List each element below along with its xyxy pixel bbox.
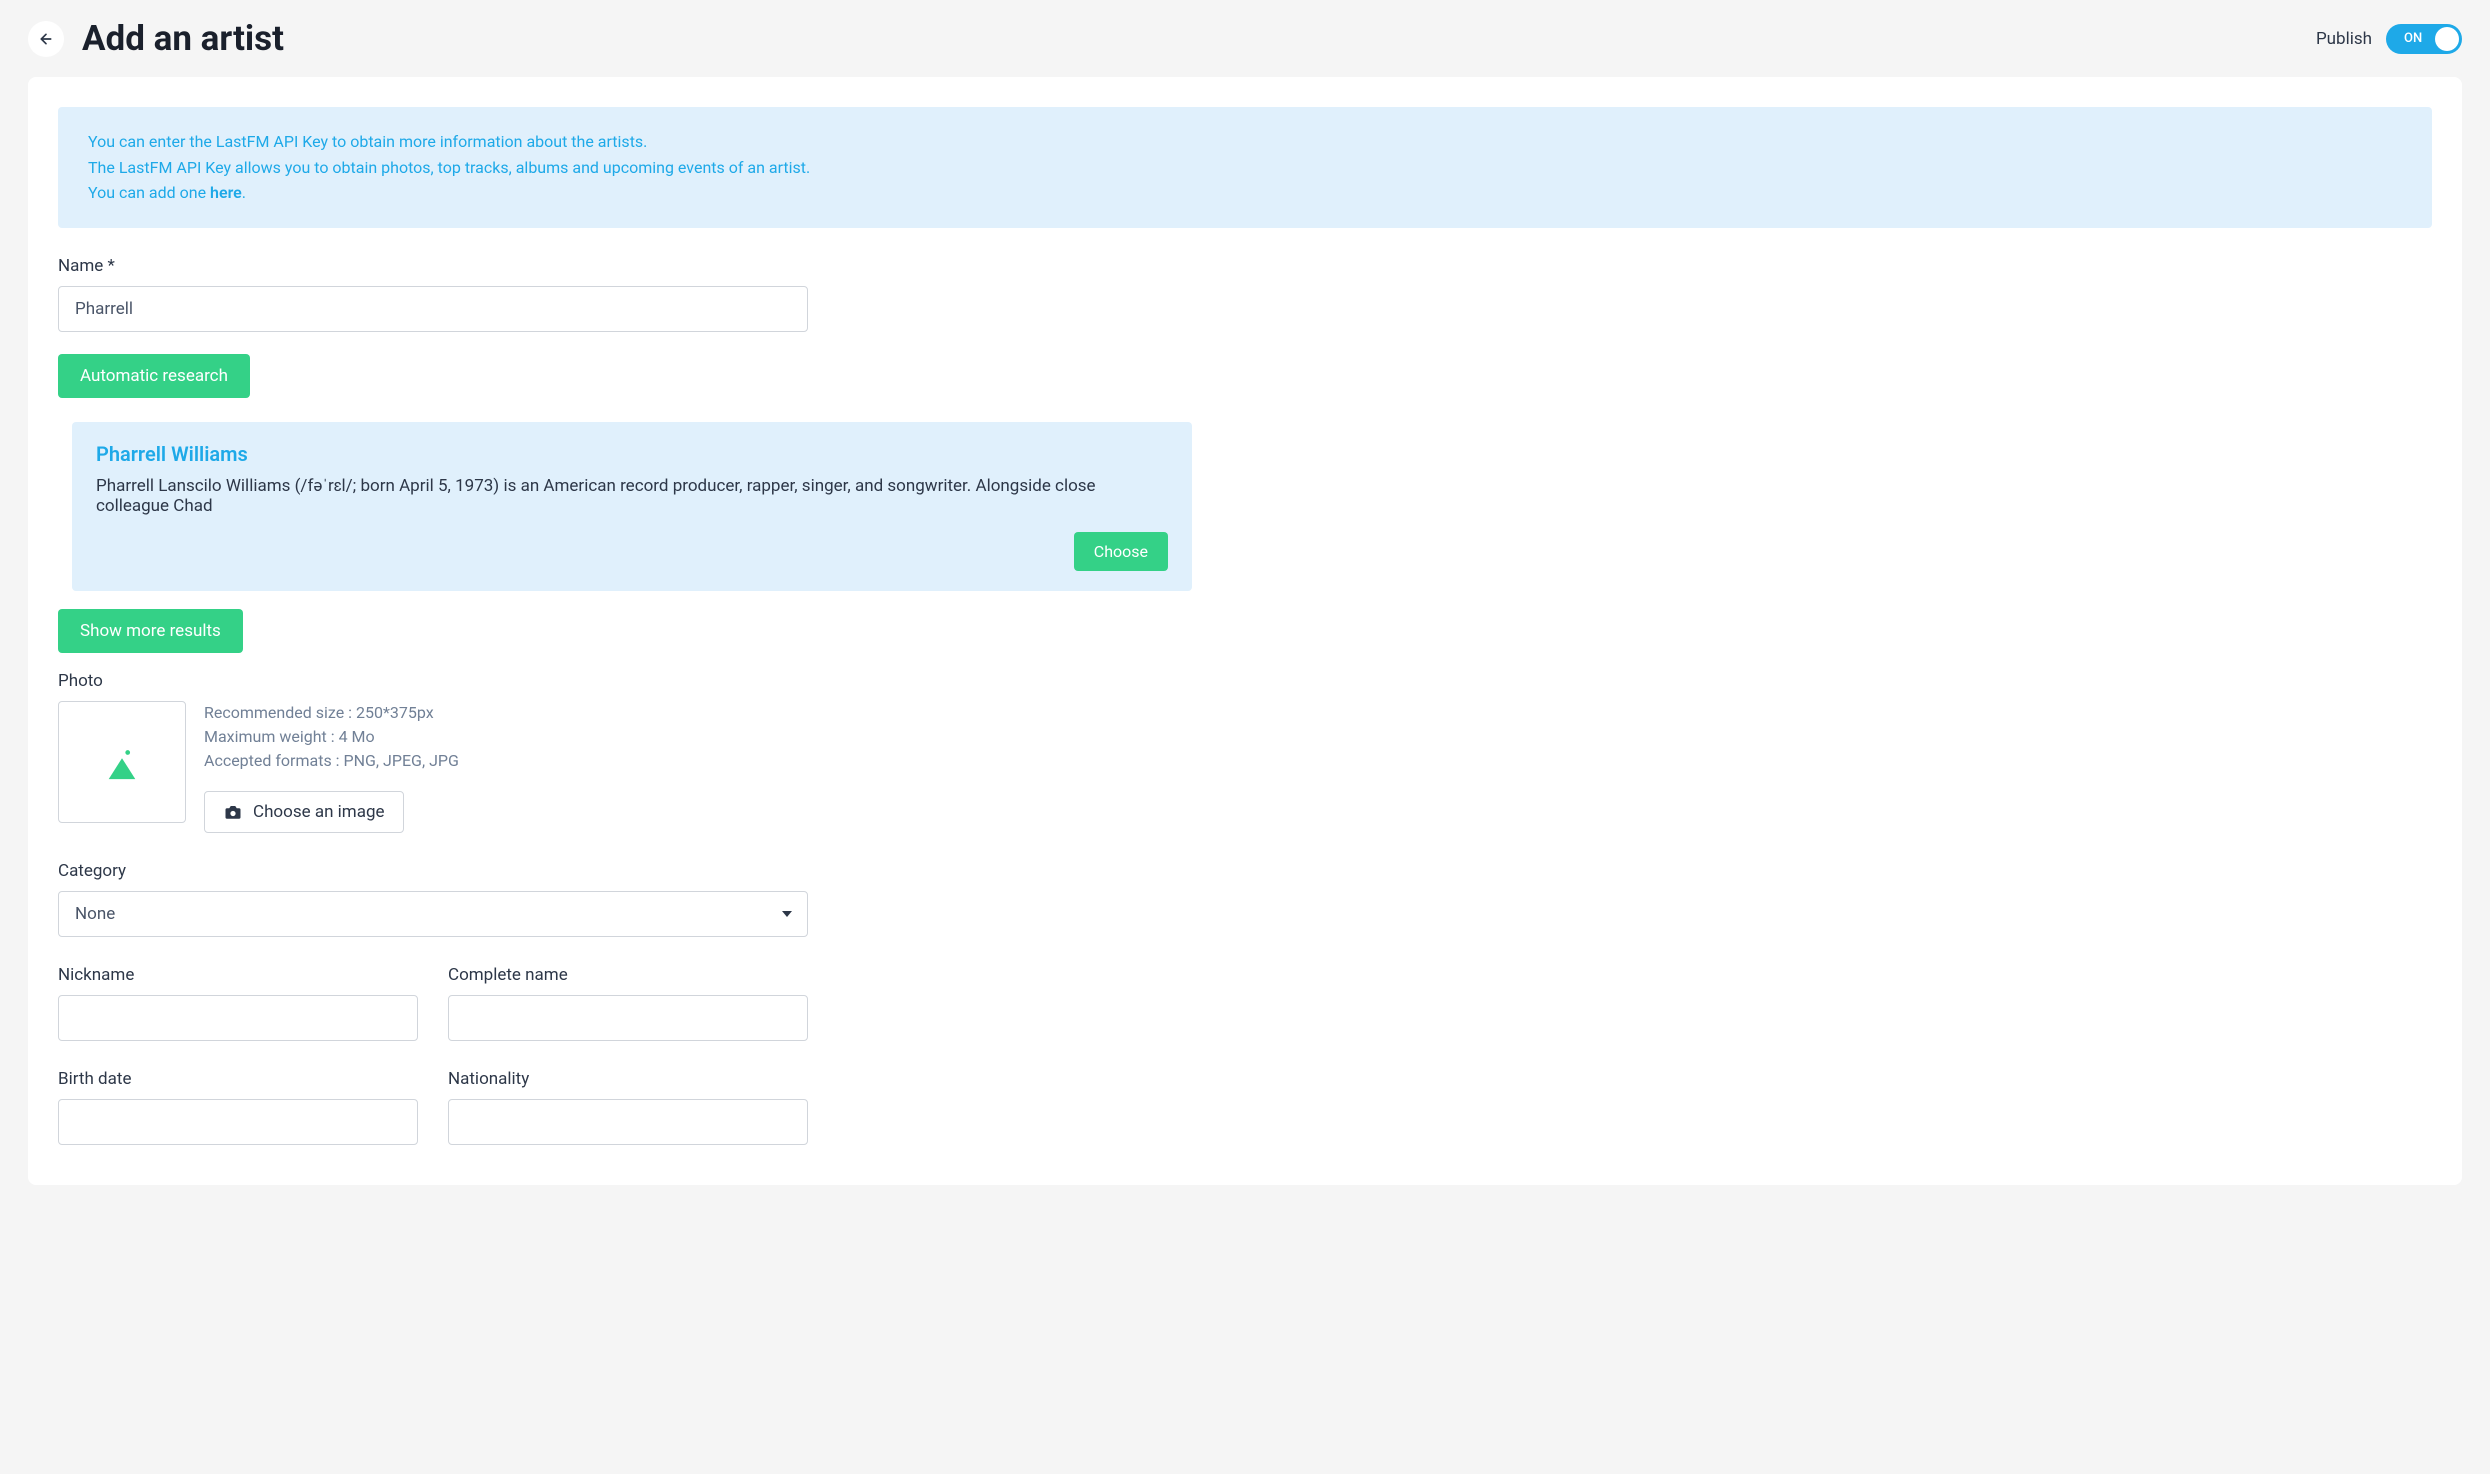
photo-preview[interactable] <box>58 701 186 823</box>
publish-toggle[interactable]: ON <box>2386 24 2462 54</box>
main-card: You can enter the LastFM API Key to obta… <box>28 77 2462 1185</box>
page-title: Add an artist <box>82 18 284 59</box>
search-result-card: Pharrell Williams Pharrell Lanscilo Will… <box>72 422 1192 591</box>
nickname-input[interactable] <box>58 995 418 1041</box>
photo-weight-text: Maximum weight : 4 Mo <box>204 725 459 749</box>
name-input[interactable] <box>58 286 808 332</box>
result-description: Pharrell Lanscilo Williams (/fəˈrɛl/; bo… <box>96 476 1168 516</box>
choose-image-button[interactable]: Choose an image <box>204 791 404 833</box>
choose-image-label: Choose an image <box>253 802 385 822</box>
photo-label: Photo <box>58 671 2432 691</box>
publish-label: Publish <box>2316 29 2372 49</box>
choose-result-button[interactable]: Choose <box>1074 532 1168 571</box>
info-banner: You can enter the LastFM API Key to obta… <box>58 107 2432 228</box>
photo-formats-text: Accepted formats : PNG, JPEG, JPG <box>204 749 459 773</box>
nickname-label: Nickname <box>58 965 418 985</box>
image-placeholder-icon <box>103 744 141 780</box>
arrow-left-icon <box>38 31 54 47</box>
complete-name-input[interactable] <box>448 995 808 1041</box>
automatic-research-button[interactable]: Automatic research <box>58 354 250 398</box>
banner-line-1: You can enter the LastFM API Key to obta… <box>88 129 2402 155</box>
complete-name-label: Complete name <box>448 965 808 985</box>
result-title: Pharrell Williams <box>96 442 1168 466</box>
birth-date-input[interactable] <box>58 1099 418 1145</box>
birth-date-label: Birth date <box>58 1069 418 1089</box>
name-label: Name * <box>58 256 2432 276</box>
banner-here-link[interactable]: here <box>210 183 242 202</box>
photo-size-text: Recommended size : 250*375px <box>204 701 459 725</box>
banner-line-3: You can add one here. <box>88 180 2402 206</box>
toggle-knob <box>2435 27 2459 51</box>
back-button[interactable] <box>28 21 64 57</box>
nationality-input[interactable] <box>448 1099 808 1145</box>
banner-line-3-suffix: . <box>242 183 246 202</box>
category-label: Category <box>58 861 2432 881</box>
nationality-label: Nationality <box>448 1069 808 1089</box>
banner-line-2: The LastFM API Key allows you to obtain … <box>88 155 2402 181</box>
banner-line-3-prefix: You can add one <box>88 183 210 202</box>
camera-icon <box>223 803 243 821</box>
show-more-results-button[interactable]: Show more results <box>58 609 243 653</box>
category-select[interactable]: None <box>58 891 808 937</box>
toggle-on-label: ON <box>2404 31 2422 46</box>
